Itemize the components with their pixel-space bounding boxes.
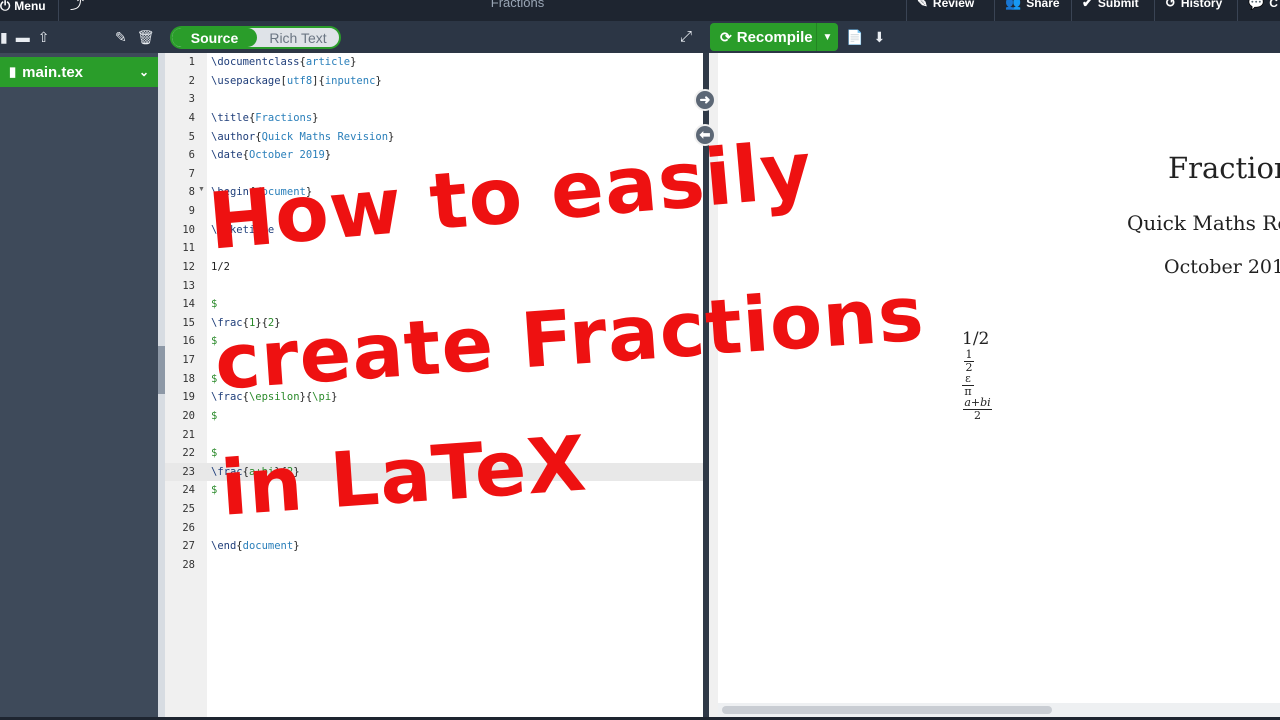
refresh-icon: ⟳: [720, 28, 732, 45]
code-text: $: [211, 484, 218, 497]
editor-line[interactable]: 28: [165, 556, 703, 575]
line-number: 15: [182, 316, 195, 329]
logs-icon[interactable]: 📄: [846, 29, 863, 46]
line-number: 22: [182, 447, 195, 460]
line-number: 26: [182, 521, 195, 534]
review-button[interactable]: ✎ Review: [917, 0, 974, 11]
line-number: 17: [182, 354, 195, 366]
chat-button[interactable]: 💬 C: [1248, 0, 1278, 11]
fold-toggle-icon[interactable]: ▼: [198, 186, 205, 193]
divider: [994, 0, 995, 21]
editor-line[interactable]: 20 $: [165, 407, 703, 426]
file-actions: ✎ 🗑: [115, 21, 155, 53]
collapse-sidebar-tab[interactable]: [158, 346, 165, 394]
line-number: 6: [188, 149, 195, 162]
line-number: 4: [188, 111, 195, 124]
expand-icon[interactable]: ⤢: [680, 28, 692, 45]
line-number: 1: [188, 56, 195, 68]
editor-line[interactable]: 3: [165, 90, 703, 109]
line-number: 2: [188, 74, 195, 87]
pdf-plain-fraction: 1/2: [962, 329, 990, 349]
delete-icon[interactable]: 🗑: [137, 29, 155, 46]
top-bar: ⏻ Menu ⤴ Fractions ✎ Review 👥 Share ✔ Su…: [0, 0, 1280, 21]
line-number: 18: [182, 372, 195, 385]
divider: [906, 0, 907, 21]
review-icon: ✎: [917, 0, 928, 10]
code-text: $: [211, 298, 218, 311]
editor-line[interactable]: 1 \documentclass{article}: [165, 53, 703, 72]
rename-icon[interactable]: ✎: [115, 29, 127, 46]
line-number: 24: [182, 484, 195, 497]
line-number: 25: [182, 503, 195, 515]
editor-line[interactable]: 4 \title{Fractions}: [165, 109, 703, 128]
chat-icon: 💬: [1248, 0, 1265, 10]
line-number: 23: [182, 465, 195, 478]
editor-mode-toggle[interactable]: Source Rich Text: [170, 26, 341, 49]
code-text: $: [211, 447, 218, 460]
line-number: 9: [188, 205, 195, 217]
share-button[interactable]: 👥 Share: [1005, 0, 1060, 11]
new-folder-icon[interactable]: ▬: [16, 29, 30, 45]
line-number: 28: [182, 558, 195, 571]
line-number: 16: [182, 335, 195, 348]
editor-line[interactable]: 2 \usepackage[utf8]{inputenc}: [165, 72, 703, 91]
upload-icon[interactable]: ⇧: [38, 29, 50, 46]
download-icon[interactable]: ⬇: [873, 29, 885, 46]
code-text: \date{October 2019}: [211, 149, 332, 162]
recompile-dropdown-caret[interactable]: ▼: [816, 23, 838, 51]
pdf-title: Fractions: [1168, 151, 1280, 185]
pdf-fraction-3: a+bi 2: [963, 396, 992, 422]
divider: [1071, 0, 1072, 21]
toolbar: ▮ ▬ ⇧ ✎ 🗑 Source Rich Text ⤢ ⟳ Recompile…: [0, 21, 1280, 53]
pdf-fraction-1: 12: [964, 348, 974, 374]
horizontal-scrollbar[interactable]: [718, 703, 1280, 717]
source-mode-button[interactable]: Source: [172, 28, 257, 47]
pdf-toolbar: 📄 ⬇: [846, 21, 885, 53]
file-tree-item[interactable]: ▮ main.tex ⌄: [0, 57, 158, 87]
line-number: 3: [188, 93, 195, 106]
code-text: \title{Fractions}: [211, 111, 319, 124]
line-number: 19: [182, 391, 195, 404]
code-text: \usepackage[utf8]{inputenc}: [211, 74, 382, 87]
line-number: 20: [182, 409, 195, 422]
line-number: 21: [182, 428, 195, 441]
code-text: \author{Quick Maths Revision}: [211, 130, 395, 143]
submit-button[interactable]: ✔ Submit: [1082, 0, 1139, 11]
pdf-author: Quick Maths Revi: [1127, 211, 1280, 235]
file-tree: ▮ main.tex ⌄: [0, 53, 160, 720]
code-text: \end{document}: [211, 540, 300, 553]
line-number: 10: [182, 223, 195, 236]
history-button[interactable]: ↺ History: [1165, 0, 1222, 11]
code-text: \documentclass{article}: [211, 56, 357, 68]
line-number: 13: [182, 279, 195, 292]
chevron-down-icon[interactable]: ⌄: [139, 65, 149, 79]
line-number: 27: [182, 540, 195, 553]
rich-text-mode-button[interactable]: Rich Text: [257, 28, 339, 47]
share-icon: 👥: [1005, 0, 1022, 10]
history-icon: ↺: [1165, 0, 1176, 10]
divider: [1154, 0, 1155, 21]
recompile-button[interactable]: ⟳ Recompile ▼: [710, 23, 838, 51]
editor-line[interactable]: 27 \end{document}: [165, 537, 703, 556]
line-number: 7: [188, 167, 195, 180]
project-title[interactable]: Fractions: [0, 0, 1035, 10]
file-icon: ▮: [9, 64, 17, 79]
line-number: 12: [182, 260, 195, 273]
pdf-fraction-2: επ: [962, 373, 974, 397]
new-file-icon[interactable]: ▮: [0, 29, 8, 46]
line-number: 8: [188, 186, 195, 199]
submit-icon: ✔: [1082, 0, 1093, 10]
line-number: 11: [182, 242, 195, 255]
line-number: 14: [182, 298, 195, 311]
scrollbar-thumb[interactable]: [722, 706, 1052, 714]
arrow-right-icon[interactable]: ➜: [694, 89, 716, 111]
code-text: $: [211, 409, 218, 422]
line-number: 5: [188, 130, 195, 143]
file-tree-toolbar: ▮ ▬ ⇧: [0, 21, 49, 53]
pdf-date: October 2019: [1164, 256, 1280, 278]
divider: [1237, 0, 1238, 21]
